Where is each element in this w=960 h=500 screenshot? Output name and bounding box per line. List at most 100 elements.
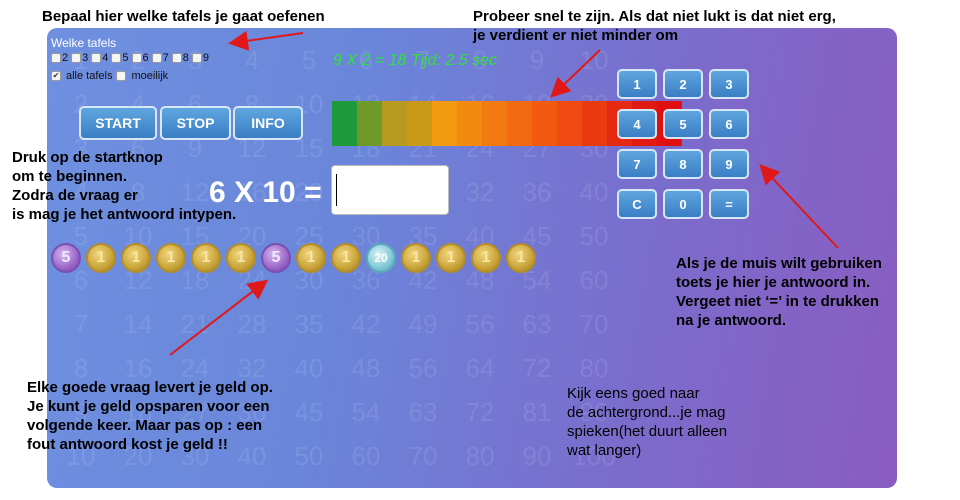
mouse-hint-note: Als je de muis wilt gebruiken toets je h… <box>676 255 882 329</box>
coin-1: 1 <box>436 243 466 273</box>
background-number: 32 <box>465 176 495 207</box>
keypad-digit-6[interactable]: 6 <box>709 109 749 139</box>
coin-20: 20 <box>366 243 396 273</box>
last-problem-result: 9 X 2 = 18 Tijd: 2.5 sec <box>333 52 497 69</box>
answer-input[interactable] <box>331 165 449 215</box>
coin-1: 1 <box>191 243 221 273</box>
background-number: 48 <box>351 352 381 383</box>
keypad-digit-7[interactable]: 7 <box>617 149 657 179</box>
background-number: 36 <box>522 176 552 207</box>
tables-hint-note: Bepaal hier welke tafels je gaat oefenen <box>42 8 325 25</box>
background-number: 70 <box>408 440 438 471</box>
time-bar-segment <box>357 101 382 146</box>
background-number: 40 <box>294 352 324 383</box>
table-checkbox[interactable] <box>131 53 142 64</box>
table-checkbox[interactable] <box>191 53 202 64</box>
money-hint-note: Elke goede vraag levert je geld op. Je k… <box>27 379 273 453</box>
background-number: 28 <box>237 308 267 339</box>
keypad-digit-2[interactable]: 2 <box>663 69 703 99</box>
time-bar-segment <box>582 101 607 146</box>
table-option-8[interactable]: 8 <box>171 52 189 64</box>
table-checkbox[interactable] <box>91 53 102 64</box>
keypad-digit-5[interactable]: 5 <box>663 109 703 139</box>
table-option-label: 9 <box>202 52 209 64</box>
table-option-label: 6 <box>142 52 149 64</box>
table-option-9[interactable]: 9 <box>191 52 209 64</box>
table-checkbox[interactable] <box>51 53 61 64</box>
info-button[interactable]: INFO <box>233 106 303 140</box>
coin-1: 1 <box>331 243 361 273</box>
keypad-digit-8[interactable]: 8 <box>663 149 703 179</box>
background-number: 7 <box>73 308 89 339</box>
table-option-label: 8 <box>182 52 189 64</box>
table-checkbox[interactable] <box>151 53 162 64</box>
coin-row: 5 1 1 1 1 1 5 1 1 20 1 1 1 1 <box>51 243 540 273</box>
table-option-3[interactable]: 3 <box>71 52 88 64</box>
start-hint-note: Druk op de startknop om te beginnen. Zod… <box>12 149 237 223</box>
coin-1: 1 <box>156 243 186 273</box>
table-checkbox[interactable] <box>111 53 122 64</box>
hard-mode-checkbox[interactable] <box>116 71 127 81</box>
stop-button[interactable]: STOP <box>160 106 231 140</box>
keypad-digit-4[interactable]: 4 <box>617 109 657 139</box>
time-bar-segment <box>507 101 532 146</box>
table-option-5[interactable]: 5 <box>111 52 129 64</box>
table-option-label: 2 <box>62 52 69 64</box>
background-number: 54 <box>351 396 381 427</box>
background-number: 14 <box>123 308 153 339</box>
tables-title: Welke tafels <box>51 36 117 50</box>
background-number: 21 <box>180 308 210 339</box>
time-bar-segment <box>432 101 457 146</box>
background-number: 72 <box>522 352 552 383</box>
table-option-label: 7 <box>162 52 169 64</box>
background-number: 63 <box>522 308 552 339</box>
text-caret <box>336 174 337 206</box>
background-number: 81 <box>522 396 552 427</box>
all-tables-label: alle tafels <box>66 70 113 82</box>
coin-1: 1 <box>506 243 536 273</box>
background-number: 56 <box>408 352 438 383</box>
background-number: 80 <box>465 440 495 471</box>
background-number: 70 <box>579 308 609 339</box>
table-option-2[interactable]: 2 <box>51 52 68 64</box>
background-number: 45 <box>294 396 324 427</box>
time-bar-segment <box>557 101 582 146</box>
background-hint-note: Kijk eens goed naar de achtergrond...je … <box>567 385 728 459</box>
table-option-6[interactable]: 6 <box>131 52 149 64</box>
background-number: 50 <box>294 440 324 471</box>
all-tables-checkbox[interactable]: ✔ <box>51 71 61 81</box>
background-number: 60 <box>579 264 609 295</box>
table-option-7[interactable]: 7 <box>151 52 169 64</box>
start-button[interactable]: START <box>79 106 157 140</box>
time-bar-segment <box>482 101 507 146</box>
time-bar-segment <box>332 101 357 146</box>
keypad-equals-button[interactable]: = <box>709 189 749 219</box>
coin-1: 1 <box>86 243 116 273</box>
coin-5: 5 <box>51 243 81 273</box>
background-number: 40 <box>579 176 609 207</box>
time-bar-segment <box>532 101 557 146</box>
keypad-clear-button[interactable]: C <box>617 189 657 219</box>
coin-1: 1 <box>471 243 501 273</box>
coin-5: 5 <box>261 243 291 273</box>
background-number: 63 <box>408 396 438 427</box>
table-option-label: 3 <box>82 52 89 64</box>
background-number: 72 <box>465 396 495 427</box>
time-bar-segment <box>457 101 482 146</box>
keypad-digit-0[interactable]: 0 <box>663 189 703 219</box>
table-checkbox[interactable] <box>171 53 182 64</box>
speed-hint-note: Probeer snel te zijn. Als dat niet lukt … <box>473 8 836 44</box>
table-option-4[interactable]: 4 <box>91 52 108 64</box>
keypad-digit-1[interactable]: 1 <box>617 69 657 99</box>
background-number: 64 <box>465 352 495 383</box>
background-number: 50 <box>579 220 609 251</box>
coin-1: 1 <box>401 243 431 273</box>
table-checkbox[interactable] <box>71 53 82 64</box>
keypad-digit-9[interactable]: 9 <box>709 149 749 179</box>
hard-mode-label: moeilijk <box>131 70 169 82</box>
coin-1: 1 <box>226 243 256 273</box>
tables-checkbox-row: 2 3 4 5 6 7 8 9 <box>51 52 209 64</box>
coin-1: 1 <box>121 243 151 273</box>
keypad-digit-3[interactable]: 3 <box>709 69 749 99</box>
background-number: 56 <box>465 308 495 339</box>
